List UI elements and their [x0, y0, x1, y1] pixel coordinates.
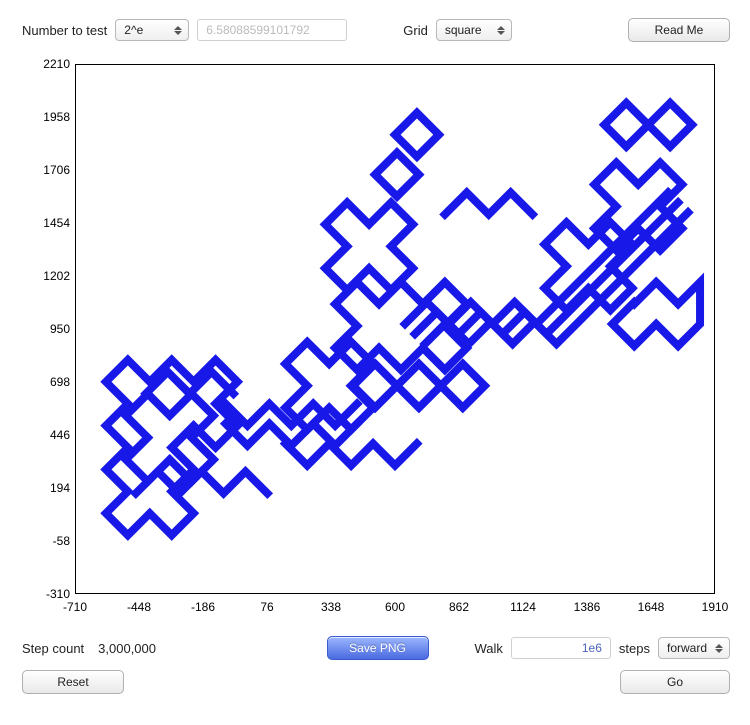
stepper-arrows-icon: [713, 641, 725, 655]
y-tick-label: -58: [20, 534, 70, 548]
number-select[interactable]: 2^e: [115, 19, 189, 41]
walk-label: Walk: [475, 641, 503, 656]
x-tick-label: 862: [449, 600, 469, 614]
stepper-arrows-icon: [495, 23, 507, 37]
y-tick-label: 1706: [20, 163, 70, 177]
number-to-test-label: Number to test: [22, 23, 107, 38]
y-tick-label: 446: [20, 428, 70, 442]
step-count-label: Step count: [22, 641, 84, 656]
y-tick-label: 950: [20, 322, 70, 336]
x-tick-label: 1386: [574, 600, 601, 614]
x-tick-label: 338: [321, 600, 341, 614]
direction-select-value: forward: [667, 638, 707, 658]
x-tick-label: 1124: [510, 600, 536, 614]
x-tick-label: 76: [260, 600, 273, 614]
steps-label: steps: [619, 641, 650, 656]
read-me-label: Read Me: [655, 23, 704, 37]
step-count-value: 3,000,000: [98, 641, 156, 656]
number-value-field[interactable]: 6.58088599101792: [197, 19, 347, 41]
stepper-arrows-icon: [172, 23, 184, 37]
y-tick-label: 194: [20, 481, 70, 495]
walk-steps-field[interactable]: 1e6: [511, 637, 611, 659]
chart-frame: [75, 64, 715, 594]
y-tick-label: 1958: [20, 110, 70, 124]
x-tick-label: -710: [63, 600, 87, 614]
go-label: Go: [667, 675, 683, 689]
walk-path: [76, 65, 714, 593]
grid-select-value: square: [445, 20, 482, 40]
x-tick-label: 1648: [638, 600, 665, 614]
y-tick-label: 2210: [20, 57, 70, 71]
y-tick-label: 1202: [20, 269, 70, 283]
read-me-button[interactable]: Read Me: [628, 18, 730, 42]
grid-select[interactable]: square: [436, 19, 512, 41]
direction-select[interactable]: forward: [658, 637, 730, 659]
top-controls: Number to test 2^e 6.58088599101792 Grid…: [0, 0, 750, 48]
x-tick-label: 600: [385, 600, 405, 614]
reset-button[interactable]: Reset: [22, 670, 124, 694]
save-png-label: Save PNG: [349, 641, 406, 655]
y-tick-label: -310: [20, 587, 70, 601]
x-tick-label: -448: [127, 600, 151, 614]
chart-area: -310 -58 194 446 698 950 1202 1454 1706 1958 2210 -…: [20, 56, 730, 626]
x-tick-label: 1910: [702, 600, 729, 614]
walk-steps-value: 1e6: [582, 641, 602, 655]
grid-label: Grid: [403, 23, 428, 38]
number-select-value: 2^e: [124, 20, 143, 40]
reset-label: Reset: [57, 675, 88, 689]
y-tick-label: 698: [20, 375, 70, 389]
go-button[interactable]: Go: [620, 670, 730, 694]
bottom-bar: Reset Go: [0, 664, 750, 694]
y-tick-label: 1454: [20, 216, 70, 230]
number-value-text: 6.58088599101792: [206, 23, 309, 37]
save-png-button[interactable]: Save PNG: [327, 636, 429, 660]
status-bar: Step count 3,000,000 Save PNG Walk 1e6 s…: [0, 626, 750, 664]
x-tick-label: -186: [191, 600, 215, 614]
